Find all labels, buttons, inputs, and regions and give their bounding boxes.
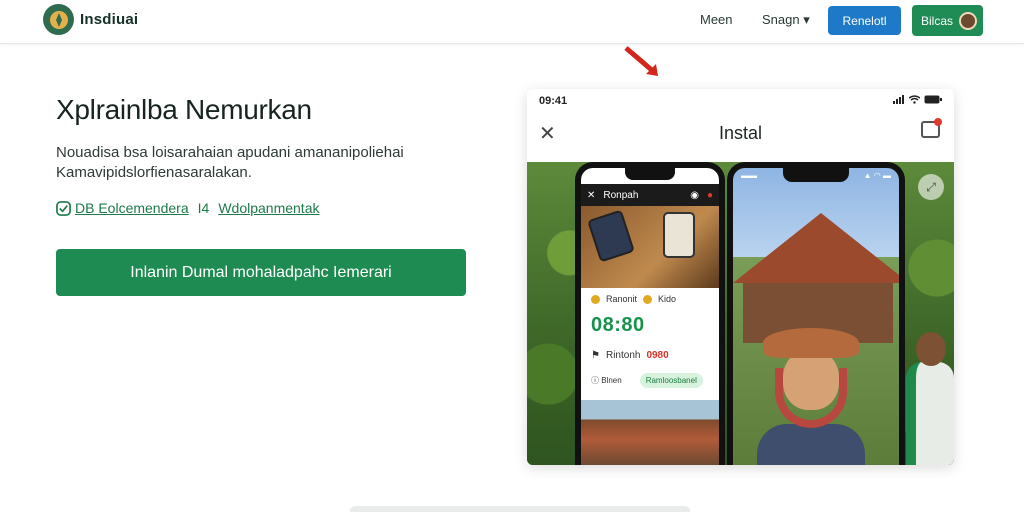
brand-logo-icon bbox=[43, 4, 74, 35]
status-time: 09:41 bbox=[539, 95, 568, 107]
phone1-pill[interactable]: Ramloosbanel bbox=[639, 373, 703, 388]
expand-icon[interactable]: ⤢ bbox=[918, 174, 944, 200]
account-button[interactable]: Bilcas bbox=[912, 5, 983, 36]
cta-button[interactable]: Inlanin Dumal mohaladpahc Iemerari bbox=[56, 249, 466, 296]
login-button[interactable]: Renelotl bbox=[828, 6, 901, 35]
link-secondary[interactable]: Wdolpanmentak bbox=[218, 200, 319, 216]
avatar bbox=[959, 11, 978, 30]
phone2-status-left: ▬▬ bbox=[741, 171, 757, 180]
card-title: Instal bbox=[718, 123, 763, 143]
phone-mockup-left: ✕ Ronpah ◉ ● Ranonit Kido 08:80 ⚑ Rinton… bbox=[575, 162, 725, 465]
notification-dot bbox=[934, 118, 942, 126]
phone1-header: ✕ Ronpah ◉ ● bbox=[581, 184, 719, 206]
phone1-big-value: 08:80 bbox=[591, 314, 645, 336]
tag-icon: ⚑ bbox=[591, 350, 600, 361]
person-portrait bbox=[757, 328, 865, 465]
phone1-row2-value: 0980 bbox=[646, 350, 669, 361]
link-primary[interactable]: DB Eolcemendera bbox=[75, 200, 189, 216]
top-navigation: Insdiuai Meen Snagn ▾ Renelotl Bilcas bbox=[0, 0, 1024, 44]
wifi-icon bbox=[909, 95, 920, 104]
phone1-house-image bbox=[581, 400, 719, 465]
back-icon[interactable]: ✕ bbox=[587, 190, 595, 201]
house-roof bbox=[733, 213, 899, 283]
phone1-label-a: Ranonit bbox=[606, 294, 638, 304]
phone2-status-icons: ▲ ◠ ▬ bbox=[863, 171, 891, 180]
page-title: Xplrainlba Nemurkan bbox=[56, 94, 312, 125]
status-bar: 09:41 bbox=[527, 89, 954, 111]
shopping-bag-icon[interactable] bbox=[921, 118, 942, 138]
card-header: ✕ Instal bbox=[527, 111, 954, 161]
share-icon[interactable]: ◉ bbox=[690, 190, 699, 201]
battery-icon bbox=[924, 95, 942, 104]
phone1-header-title: Ronpah bbox=[603, 189, 639, 201]
red-arrow-icon bbox=[624, 46, 658, 76]
account-button-label: Bilcas bbox=[921, 13, 954, 28]
phone1-hero-image bbox=[581, 206, 719, 288]
nav-link-meen[interactable]: Meen bbox=[700, 12, 733, 27]
brand-name: Insdiuai bbox=[80, 11, 139, 28]
chevron-down-icon: ▾ bbox=[803, 12, 810, 27]
link-separator: I4 bbox=[197, 200, 210, 216]
bottom-scroll-indicator[interactable] bbox=[350, 506, 690, 512]
check-circle-icon bbox=[56, 200, 71, 216]
app-preview-card: 09:41 ✕ Instal ✕ Ronpah ◉ ● Ranonit Kido… bbox=[527, 89, 954, 465]
phone1-row3-label: Blnen bbox=[601, 376, 622, 385]
bystander-figure bbox=[906, 332, 954, 465]
hero-subtitle: Nouadisa bsa loisarahaian apudani amanan… bbox=[56, 144, 404, 181]
phone1-row2-label: Rintonh bbox=[605, 350, 641, 361]
nav-link-snagn[interactable]: Snagn ▾ bbox=[762, 12, 810, 28]
phone-mockup-right: ▬▬ ▲ ◠ ▬ bbox=[727, 162, 905, 465]
brand[interactable]: Insdiuai bbox=[43, 4, 138, 35]
info-icon: ⓘ bbox=[591, 376, 599, 385]
record-icon[interactable]: ● bbox=[707, 190, 713, 201]
signal-icon bbox=[893, 95, 904, 104]
coin-icon bbox=[591, 294, 600, 304]
coin-icon bbox=[643, 294, 653, 304]
preview-photo: ✕ Ronpah ◉ ● Ranonit Kido 08:80 ⚑ Rinton… bbox=[527, 162, 954, 465]
phone1-label-b: Kido bbox=[658, 294, 677, 304]
hero-links: DB Eolcemendera I4 Wdolpanmentak bbox=[56, 200, 319, 216]
